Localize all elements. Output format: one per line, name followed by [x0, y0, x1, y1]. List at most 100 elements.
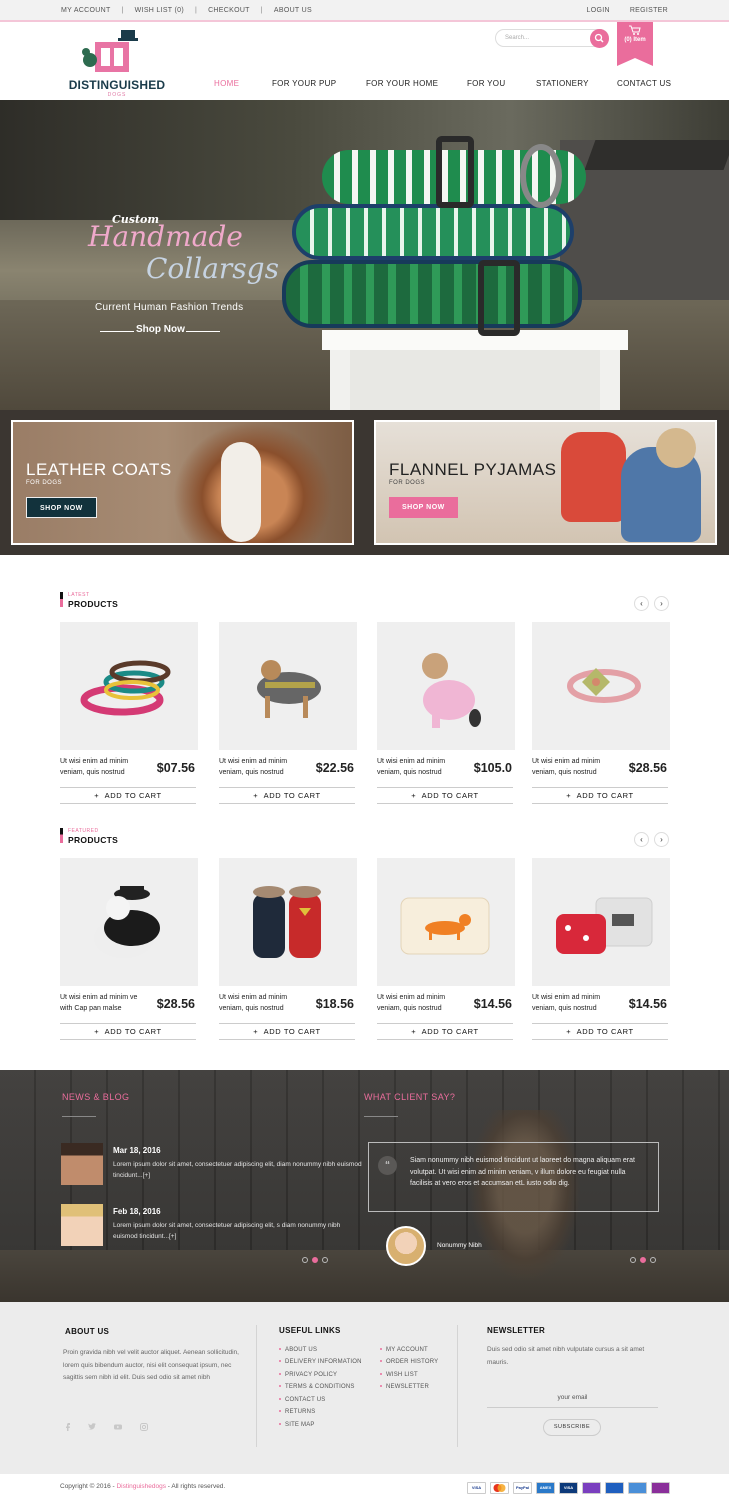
footer-link[interactable]: RETURNS [279, 1409, 315, 1415]
shop-now-button[interactable]: SHOP NOW [389, 497, 458, 518]
footer-link[interactable]: PRIVACY POLICY [279, 1372, 337, 1378]
promo-subtitle: FOR DOGS [389, 480, 426, 486]
add-to-cart-button[interactable]: + ADD TO CART [377, 787, 513, 804]
footer-link[interactable]: ABOUT US [279, 1347, 317, 1353]
product-image[interactable] [219, 622, 357, 750]
subscribe-button[interactable]: SUBSCRIBE [543, 1419, 601, 1436]
my-account-link[interactable]: MY ACCOUNT [61, 7, 111, 14]
footer-link[interactable]: WISH LIST [380, 1372, 418, 1378]
add-to-cart-button[interactable]: + ADD TO CART [219, 787, 355, 804]
blog-post[interactable]: Mar 18, 2016 Lorem ipsum dolor sit amet,… [61, 1143, 363, 1185]
product-price: $14.56 [628, 997, 667, 1011]
promo-flannel-pyjamas[interactable]: FLANNEL PYJAMAS FOR DOGS SHOP NOW [374, 420, 717, 545]
footer-link[interactable]: SITE MAP [279, 1422, 315, 1428]
dog-red-sweater-image [561, 432, 626, 522]
newsletter-text: Duis sed odio sit amet nibh vulputate cu… [487, 1346, 645, 1366]
card-icon [628, 1482, 647, 1494]
add-to-cart-button[interactable]: + ADD TO CART [60, 1023, 196, 1040]
dachshund-pillow-icon [400, 897, 490, 955]
prev-arrow[interactable]: ‹ [634, 832, 649, 847]
add-to-cart-button[interactable]: + ADD TO CART [60, 787, 196, 804]
nav-for-your-home[interactable]: FOR YOUR HOME [366, 79, 438, 88]
product-price: $18.56 [315, 997, 354, 1011]
add-to-cart-button[interactable]: + ADD TO CART [377, 1023, 513, 1040]
nav-contact-us[interactable]: CONTACT US [617, 79, 671, 88]
search-box[interactable]: Search... [495, 29, 609, 48]
quote-text: Siam nonummy nibh euismod tincidunt ut l… [410, 1157, 635, 1187]
nav-for-your-pup[interactable]: FOR YOUR PUP [272, 79, 336, 88]
section-label: LATEST [68, 592, 90, 598]
product-description: Ut wisi enim ad minim veniam, quis nostr… [219, 758, 288, 776]
nav-stationery[interactable]: STATIONERY [536, 79, 589, 88]
brand-link[interactable]: Distinguishedogs [116, 1483, 166, 1490]
post-excerpt[interactable]: Lorem ipsum dolor sit amet, consectetuer… [113, 1220, 363, 1242]
checkout-link[interactable]: CHECKOUT [208, 7, 250, 14]
facebook-icon[interactable] [63, 1423, 71, 1431]
footer-link[interactable]: MY ACCOUNT [380, 1347, 428, 1353]
instagram-icon[interactable] [140, 1423, 148, 1431]
visa-debit-icon: VISA [559, 1482, 578, 1494]
carousel-dot[interactable] [650, 1257, 656, 1263]
product-image[interactable] [219, 858, 357, 986]
footer-link[interactable]: CONTACT US [279, 1397, 325, 1403]
floor-image [0, 1250, 729, 1302]
buckle-image [436, 136, 474, 208]
product-image[interactable] [60, 858, 198, 986]
next-arrow[interactable]: › [654, 832, 669, 847]
logo[interactable]: DISTINGUISHED DOGS [61, 28, 173, 98]
wish-list-link[interactable]: WISH LIST (0) [135, 7, 184, 14]
plus-icon: + [94, 1027, 105, 1036]
youtube-icon[interactable] [114, 1423, 122, 1431]
shop-now-button[interactable]: SHOP NOW [26, 497, 97, 518]
nav-home[interactable]: HOME [214, 79, 239, 88]
login-link[interactable]: LOGIN [587, 7, 610, 14]
cart-icon [629, 25, 641, 35]
product-image[interactable] [377, 858, 515, 986]
product-price: $14.56 [473, 997, 512, 1011]
plus-icon: + [253, 791, 264, 800]
divider: | [194, 7, 198, 14]
hero-shop-now[interactable]: Shop Now [136, 324, 185, 335]
next-arrow[interactable]: › [654, 596, 669, 611]
twitter-icon[interactable] [88, 1423, 96, 1431]
leather-jacket-dog-icon [94, 886, 160, 958]
product-image[interactable] [532, 622, 670, 750]
blog-post[interactable]: Feb 18, 2016 Lorem ipsum dolor sit amet,… [61, 1204, 361, 1246]
carousel-dot[interactable] [302, 1257, 308, 1263]
title-underline [364, 1116, 398, 1117]
search-input[interactable]: Search... [505, 35, 529, 41]
carousel-dot-active[interactable] [640, 1257, 646, 1263]
nav-for-you[interactable]: FOR YOU [467, 79, 505, 88]
email-field[interactable]: your email [487, 1387, 658, 1408]
register-link[interactable]: REGISTER [630, 7, 668, 14]
divider [256, 1325, 257, 1447]
product-description: Ut wisi enim ad minim ve with Cap pan ma… [60, 994, 138, 1012]
card-icon [582, 1482, 601, 1494]
search-button[interactable] [590, 29, 609, 48]
carousel-dot[interactable] [630, 1257, 636, 1263]
prev-arrow[interactable]: ‹ [634, 596, 649, 611]
footer-link[interactable]: TERMS & CONDITIONS [279, 1384, 355, 1390]
footer-link[interactable]: DELIVERY INFORMATION [279, 1359, 362, 1365]
hero-banner[interactable]: Custom Handmade Collarsgs Current Human … [0, 100, 729, 410]
divider: | [260, 7, 263, 14]
promo-leather-coats[interactable]: LEATHER COATS FOR DOGS SHOP NOW [11, 420, 354, 545]
product-image[interactable] [377, 622, 515, 750]
author-avatar [61, 1143, 103, 1185]
add-to-cart-button[interactable]: + ADD TO CART [219, 1023, 355, 1040]
post-excerpt[interactable]: Lorem ipsum dolor sit amet, consectetuer… [113, 1159, 363, 1181]
carousel-dot[interactable] [322, 1257, 328, 1263]
plus-icon: + [253, 1027, 264, 1036]
footer-link[interactable]: NEWSLETTER [380, 1384, 429, 1390]
add-to-cart-button[interactable]: + ADD TO CART [532, 787, 668, 804]
cart-button[interactable]: (0) Item [617, 22, 653, 66]
about-us-link[interactable]: ABOUT US [274, 7, 312, 14]
product-image[interactable] [60, 622, 198, 750]
hero-line-3: Collarsgs [146, 252, 279, 285]
carousel-dot-active[interactable] [312, 1257, 318, 1263]
footer-link[interactable]: ORDER HISTORY [380, 1359, 438, 1365]
product-price: $28.56 [628, 761, 667, 775]
product-image[interactable] [532, 858, 670, 986]
add-to-cart-button[interactable]: + ADD TO CART [532, 1023, 668, 1040]
promo-title: LEATHER COATS [26, 460, 172, 479]
